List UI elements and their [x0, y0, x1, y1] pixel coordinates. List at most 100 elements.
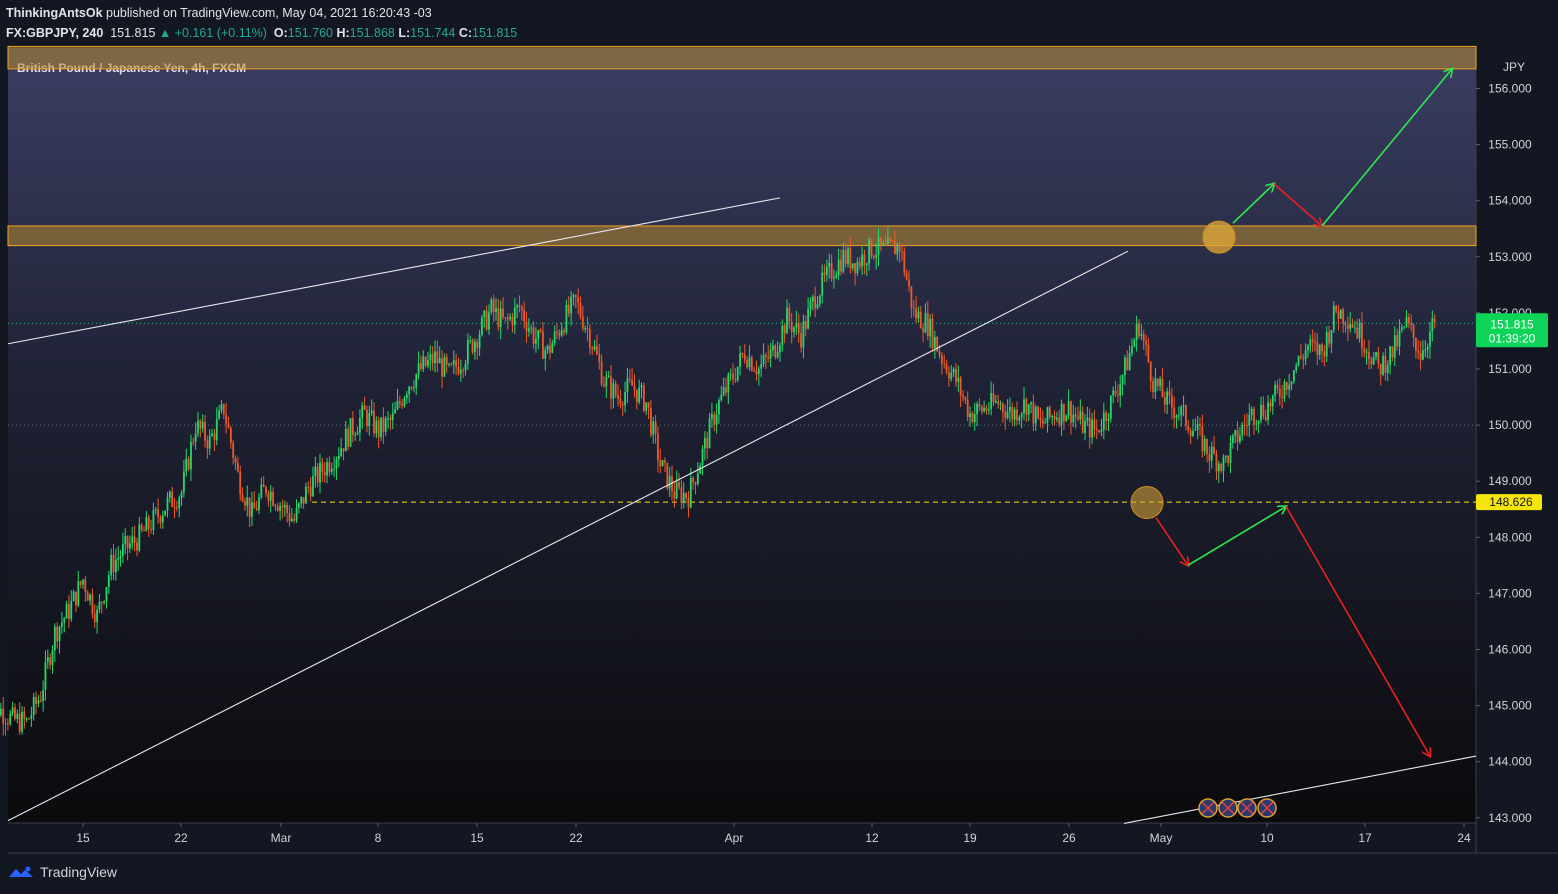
resistance-zone: [7, 225, 1477, 247]
candle-body: [288, 512, 291, 522]
candle-body: [1300, 356, 1302, 358]
candle-body: [445, 356, 448, 365]
candle-body: [431, 354, 434, 364]
candle-body: [1365, 351, 1368, 353]
candle-body: [736, 366, 739, 381]
price-tick-label: 146.000: [1488, 643, 1532, 657]
candle-body: [600, 362, 603, 385]
candle-body: [823, 272, 826, 275]
candle-body: [551, 343, 554, 353]
candle-body: [1386, 364, 1389, 374]
candle-body: [1318, 344, 1321, 355]
candle-body: [1304, 350, 1307, 360]
candle-body: [1128, 353, 1131, 371]
candle-body: [211, 433, 213, 436]
candle-body: [213, 433, 216, 440]
time-axis[interactable]: 15 22 Mar 8 15 22 Apr 12 19 26 May 10 17 24: [76, 823, 1471, 845]
candle-body: [1098, 430, 1101, 432]
candle-body: [687, 498, 690, 508]
candle-body: [692, 477, 695, 483]
candle-body: [490, 299, 493, 313]
candle-body: [1309, 339, 1312, 346]
candle-body: [894, 241, 896, 255]
time-tick-label: 22: [174, 831, 188, 845]
candle-body: [452, 360, 455, 365]
candle-body: [840, 259, 842, 272]
candle-body: [1194, 429, 1197, 431]
candle-body: [405, 394, 408, 398]
candle-body: [1048, 407, 1051, 417]
plot-background: [8, 48, 1476, 823]
candle-body: [891, 240, 894, 242]
candle-body: [933, 337, 936, 348]
price-tick-label: 155.000: [1488, 138, 1532, 152]
candle-body: [837, 259, 840, 276]
candle-body: [136, 542, 138, 551]
candle-body: [769, 349, 772, 359]
candle-body: [1006, 411, 1009, 418]
candle-body: [579, 302, 582, 317]
candle-body: [483, 310, 486, 318]
candle-body: [1260, 404, 1262, 421]
candle-body: [1004, 411, 1007, 418]
candle-body: [1112, 390, 1115, 396]
candle-body: [1107, 418, 1110, 421]
candle-body: [359, 417, 361, 433]
candle-body: [1246, 425, 1248, 427]
candle-body: [1262, 404, 1265, 417]
candle-body: [1133, 340, 1136, 347]
candle-body: [1241, 424, 1244, 436]
candle-body: [1396, 335, 1399, 347]
candle-body: [696, 473, 699, 485]
candle-body: [75, 591, 77, 606]
candle-body: [1271, 395, 1274, 407]
candle-body: [1185, 405, 1187, 426]
candle-body: [797, 322, 800, 334]
candle-body: [955, 368, 957, 382]
candle-body: [619, 398, 622, 405]
candle-body: [1013, 409, 1016, 420]
candle-body: [1072, 414, 1075, 423]
candle-body: [1368, 351, 1370, 359]
tradingview-brand[interactable]: TradingView: [8, 864, 117, 880]
candle-body: [335, 459, 338, 469]
candle-body: [739, 353, 741, 367]
candle-body: [1257, 420, 1260, 424]
price-axis[interactable]: 156.000155.000154.000153.000152.000151.0…: [1476, 82, 1548, 825]
candle-body: [539, 330, 542, 332]
candle-body: [265, 486, 267, 494]
candle-body: [236, 462, 239, 472]
candle-body: [610, 376, 612, 399]
candle-body: [1084, 421, 1086, 433]
candle-body: [884, 242, 887, 245]
candle-body: [1220, 463, 1223, 472]
candle-body: [844, 250, 847, 264]
candle-body: [1145, 340, 1147, 345]
candle-body: [1189, 430, 1192, 437]
candle-body: [1105, 412, 1108, 421]
candle-body: [1070, 401, 1072, 423]
candle-body: [607, 376, 610, 378]
candle-body: [1426, 346, 1429, 350]
candle-body: [363, 405, 366, 410]
candle-body: [206, 440, 209, 449]
candle-body: [21, 711, 23, 732]
candle-body: [1177, 415, 1180, 417]
candle-body: [1281, 396, 1284, 398]
candle-body: [603, 384, 605, 387]
price-chart[interactable]: British Pound / Japanese Yen, 4h, FXCM J…: [0, 0, 1558, 894]
candle-body: [1243, 424, 1246, 426]
candle-body: [835, 275, 838, 278]
candle-body: [361, 405, 364, 418]
price-tick-label: 147.000: [1488, 586, 1532, 600]
candle-body: [1363, 348, 1366, 353]
candle-body: [471, 339, 474, 353]
candle-body: [645, 402, 648, 411]
candle-body: [1163, 397, 1166, 405]
candle-body: [51, 650, 54, 666]
time-tick-label: 19: [963, 831, 977, 845]
candle-body: [1215, 453, 1218, 472]
candle-body: [542, 331, 544, 359]
candle-body: [814, 296, 817, 309]
candle-body: [70, 601, 73, 619]
